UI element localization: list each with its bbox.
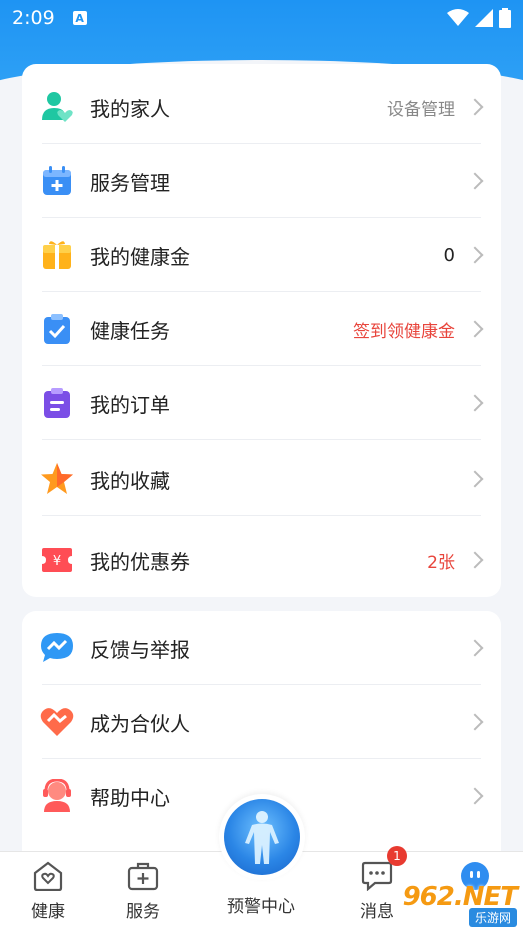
family-icon [40,90,74,124]
status-time: 2:09 [12,7,55,29]
menu-item-feedback[interactable]: 反馈与举报 [22,611,501,685]
checkin-reward-link[interactable]: 签到领健康金 [353,317,455,342]
menu-item-partner[interactable]: 成为合伙人 [22,685,501,759]
coupon-count: 2张 [427,552,455,573]
tab-label: 消息 [360,902,394,922]
chevron-right-icon [466,320,484,338]
calendar-plus-icon [40,164,74,198]
coupon-icon: ¥ [40,543,74,577]
chevron-right-icon [466,172,484,190]
chevron-right-icon [466,470,484,488]
menu-item-label: 健康任务 [90,318,170,343]
menu-item-health-tasks[interactable]: 健康任务 签到领健康金 [22,292,501,366]
menu-item-label: 服务管理 [90,170,170,195]
chevron-right-icon [466,639,484,657]
chevron-right-icon [466,713,484,731]
status-bar: 2:09 A [0,0,523,36]
tab-service[interactable]: 服务 [98,852,188,931]
notification-a-icon: A [72,11,87,25]
chat-bubble-icon [361,860,393,892]
tab-label: 预警中心 [227,897,295,917]
menu-card-primary: 我的家人 设备管理 服务管理 我的健康金 0 健康任务 签到领健康金 我的订单 … [22,64,501,597]
body-scan-icon [224,799,300,875]
menu-item-favorites[interactable]: 我的收藏 [22,442,501,516]
device-management-link[interactable]: 设备管理 [387,95,455,120]
message-badge: 1 [387,846,407,866]
feedback-icon [40,631,74,665]
partner-icon [40,705,74,739]
menu-item-service-management[interactable]: 服务管理 [22,144,501,218]
wifi-icon [447,9,469,26]
menu-item-label: 我的订单 [90,392,170,417]
gift-icon [40,238,74,272]
medical-bag-icon [127,860,159,892]
svg-text:¥: ¥ [53,554,61,569]
menu-item-label: 帮助中心 [90,785,170,810]
menu-item-label: 反馈与举报 [90,637,190,662]
chevron-right-icon [466,551,484,569]
clipboard-check-icon [40,312,74,346]
chevron-right-icon [466,98,484,116]
health-fund-value: 0 [443,244,455,266]
home-heart-icon [32,860,64,892]
tab-label: 健康 [31,902,65,922]
signal-icon [475,9,493,27]
menu-item-orders[interactable]: 我的订单 [22,366,501,440]
menu-item-label: 我的优惠券 [90,549,190,574]
menu-item-label: 我的收藏 [90,468,170,493]
chevron-right-icon [466,394,484,412]
battery-icon [499,8,511,28]
menu-item-coupons[interactable]: ¥ 我的优惠券 2张 [22,523,501,597]
menu-item-health-fund[interactable]: 我的健康金 0 [22,218,501,292]
menu-item-label: 我的健康金 [90,244,190,269]
chevron-right-icon [466,787,484,805]
menu-item-family[interactable]: 我的家人 设备管理 [22,70,501,144]
watermark-sub: 乐游网 [468,908,517,927]
star-icon [40,462,74,496]
watermark: 962.NET 乐游网 [403,882,518,927]
menu-item-label: 我的家人 [90,96,170,121]
menu-item-label: 成为合伙人 [90,711,190,736]
order-icon [40,386,74,420]
tab-health[interactable]: 健康 [3,852,93,931]
tab-label: 服务 [126,902,160,922]
help-icon [40,779,74,813]
chevron-right-icon [466,246,484,264]
warning-center-button[interactable] [219,794,305,880]
